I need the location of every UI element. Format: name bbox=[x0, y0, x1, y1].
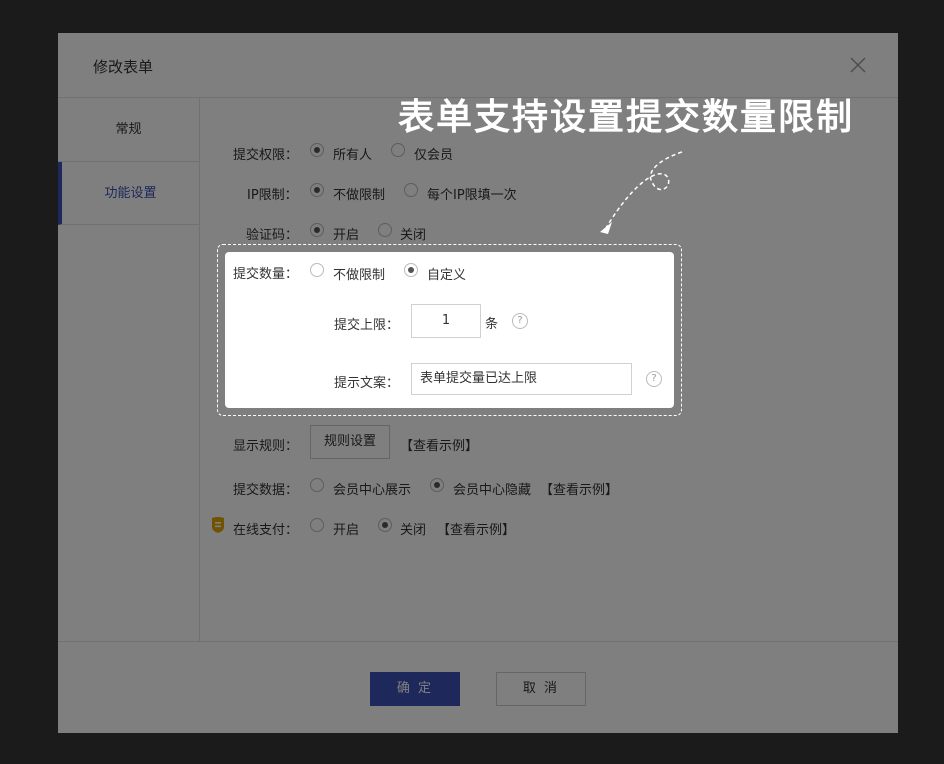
submit-count-panel: 提交数量： 不做限制 自定义 提交上限： 1 条 ? 提示文案： 表单提交量已达… bbox=[225, 252, 674, 408]
limit-message-help-icon[interactable]: ? bbox=[646, 371, 662, 387]
limit-message-label: 提示文案： bbox=[334, 376, 400, 391]
submit-limit-label: 提交上限： bbox=[334, 318, 400, 333]
submit-limit-input[interactable]: 1 bbox=[411, 304, 481, 338]
submit-count-label: 提交数量： bbox=[233, 267, 299, 282]
submit-no-limit-label[interactable]: 不做限制 bbox=[333, 264, 385, 283]
callout-arrow-icon bbox=[600, 151, 683, 234]
submit-custom-label[interactable]: 自定义 bbox=[427, 264, 466, 283]
submit-custom-radio[interactable] bbox=[404, 263, 418, 277]
submit-no-limit-radio[interactable] bbox=[310, 263, 324, 277]
feature-callout-text: 表单支持设置提交数量限制 bbox=[398, 96, 855, 138]
submit-limit-unit: 条 bbox=[485, 317, 499, 332]
limit-message-input[interactable]: 表单提交量已达上限 bbox=[411, 363, 632, 395]
submit-limit-help-icon[interactable]: ? bbox=[512, 313, 528, 329]
